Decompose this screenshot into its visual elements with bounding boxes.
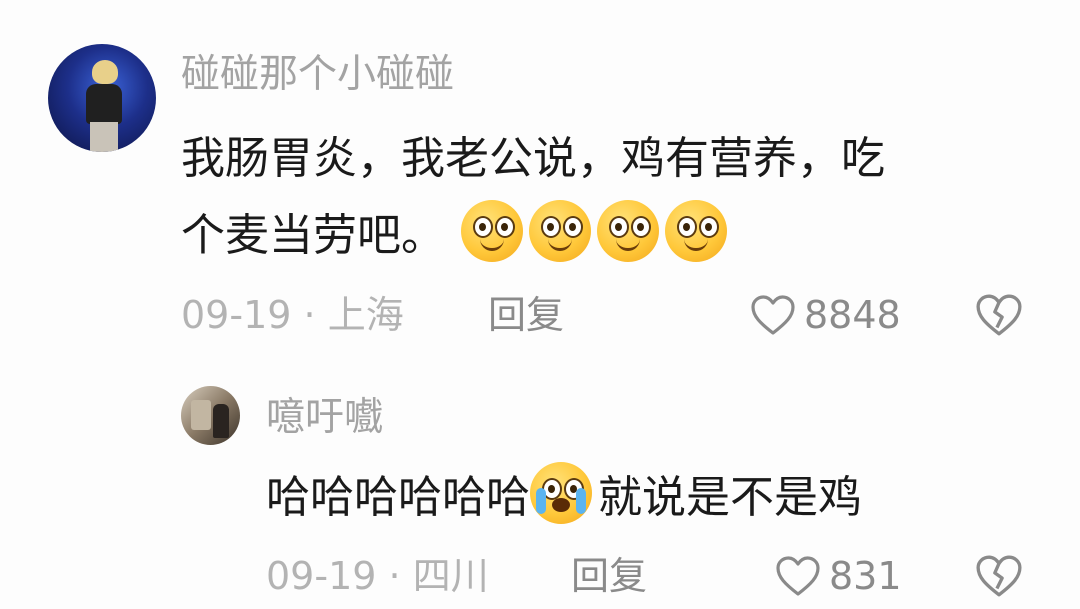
like-button[interactable]: 831 bbox=[775, 553, 902, 599]
comment-text-line-2-text: 个麦当劳吧。 bbox=[181, 210, 445, 261]
reply-button[interactable]: 回复 bbox=[571, 553, 647, 599]
like-count: 831 bbox=[829, 554, 902, 598]
avatar-figure bbox=[213, 404, 229, 438]
comment-text: 哈哈哈哈哈哈 就说是不是鸡 bbox=[266, 462, 862, 531]
comment-username[interactable]: 碰碰那个小碰碰 bbox=[181, 52, 454, 98]
smiling-face-emoji bbox=[461, 200, 523, 262]
avatar[interactable] bbox=[181, 386, 240, 445]
avatar-legs bbox=[90, 122, 118, 152]
broken-heart-icon[interactable] bbox=[975, 293, 1023, 337]
meta-separator: · bbox=[388, 554, 401, 598]
like-count: 8848 bbox=[804, 293, 901, 337]
heart-icon bbox=[776, 556, 820, 596]
avatar-body bbox=[86, 84, 122, 124]
comment-username[interactable]: 噫吁嚱 bbox=[266, 395, 383, 441]
comment-meta: 09-19 · 四川 bbox=[266, 553, 489, 599]
comment-text-after-emoji: 就说是不是鸡 bbox=[598, 472, 862, 523]
comment-location: 上海 bbox=[327, 293, 404, 337]
comment-text-line-1: 我肠胃炎，我老公说，鸡有营养，吃 bbox=[181, 133, 885, 184]
smiling-face-emoji bbox=[665, 200, 727, 262]
broken-heart-icon[interactable] bbox=[975, 554, 1023, 598]
avatar[interactable] bbox=[48, 44, 156, 152]
comment-location: 四川 bbox=[412, 554, 489, 598]
comment-text-line-2: 个麦当劳吧。 bbox=[181, 200, 733, 269]
comment-text-before-emoji: 哈哈哈哈哈哈 bbox=[266, 472, 530, 523]
comment-meta: 09-19 · 上海 bbox=[181, 292, 404, 338]
comment-date: 09-19 bbox=[181, 293, 292, 337]
crying-laughing-emoji bbox=[530, 462, 592, 524]
like-button[interactable]: 8848 bbox=[750, 292, 901, 338]
smiling-face-emoji bbox=[529, 200, 591, 262]
heart-icon bbox=[751, 295, 795, 335]
reply-button[interactable]: 回复 bbox=[488, 292, 564, 338]
comment-date: 09-19 bbox=[266, 554, 377, 598]
smiling-face-emoji bbox=[597, 200, 659, 262]
avatar-hair bbox=[92, 60, 118, 84]
avatar-figure bbox=[191, 400, 211, 430]
meta-separator: · bbox=[303, 293, 316, 337]
